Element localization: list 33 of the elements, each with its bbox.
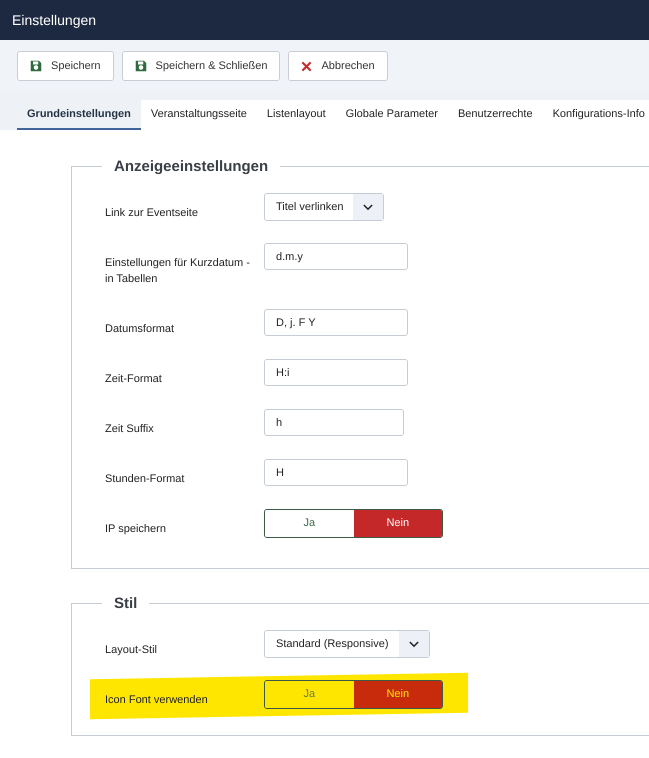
chevron-down-icon (363, 204, 374, 210)
field-label: Icon Font verwenden (105, 693, 209, 708)
tab[interactable]: Veranstaltungsseite (140, 100, 257, 130)
toggle-switch[interactable]: Ja Nein (264, 509, 443, 538)
field-label: Stunden-Format (105, 472, 186, 487)
input-field[interactable]: h (264, 409, 404, 436)
field-label: IP speichern (105, 522, 167, 537)
tab[interactable]: Globale Parameter (336, 100, 448, 130)
tab[interactable]: Grundeinstellungen (17, 100, 141, 130)
field-label: Zeit-Format (105, 372, 163, 387)
window-title: Einstellungen (12, 10, 96, 30)
input-field[interactable]: H (264, 459, 408, 486)
field-label: Layout-Stil (105, 643, 158, 658)
save-button[interactable]: Speichern & Schließen (122, 51, 280, 81)
tab[interactable]: Listenlayout (256, 100, 336, 130)
input-field[interactable]: D, j. F Y (264, 309, 408, 336)
close-icon (301, 60, 312, 72)
toggle-option[interactable]: Nein (354, 510, 442, 537)
dropdown[interactable]: Standard (Responsive) (264, 630, 430, 658)
tab[interactable]: Benutzerrechte (448, 100, 543, 130)
dropdown[interactable]: Titel verlinken (264, 193, 384, 221)
chevron-down-icon (408, 640, 419, 648)
input-field[interactable]: d.m.y (264, 243, 408, 270)
field-label: Einstellungen für Kurzdatum - in Tabellen (105, 256, 251, 287)
field-label: Zeit Suffix (105, 422, 155, 437)
field-label: Datumsformat (105, 322, 176, 337)
cancel-button[interactable]: Abbrechen (288, 51, 388, 81)
save-button[interactable]: Speichern (17, 51, 114, 81)
input-field[interactable]: H:i (264, 359, 408, 386)
toggle-option[interactable]: Nein (354, 681, 442, 708)
tab[interactable]: Konfigurations-Info (542, 100, 649, 130)
field-label: Link zur Eventseite (105, 206, 199, 221)
toggle-switch[interactable]: Ja Nein (264, 680, 443, 709)
